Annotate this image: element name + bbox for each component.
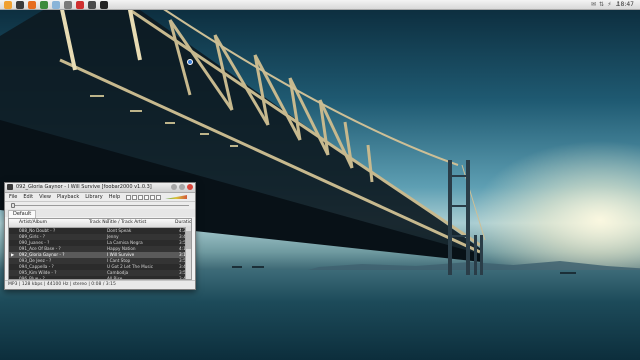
menu-playback[interactable]: Playback xyxy=(57,193,79,201)
status-bar: MP3 | 128 kbps | 44100 Hz | stereo | 0:0… xyxy=(5,280,195,289)
pause-button[interactable] xyxy=(132,194,138,200)
next-button[interactable] xyxy=(150,194,156,200)
menu-view[interactable]: View xyxy=(39,193,51,201)
network-icon[interactable]: ⇅ xyxy=(598,1,605,8)
desktop-wallpaper xyxy=(0,0,640,360)
top-panel: ✉ ⇅ ⚡ ♪ 18:47 xyxy=(0,0,640,10)
foobar-window: 092_Gloria Gaynor - I Will Survive [foob… xyxy=(4,182,196,290)
col-duration[interactable]: Duration xyxy=(175,219,191,227)
foobar-icon xyxy=(7,184,13,190)
image-viewer-icon[interactable] xyxy=(64,1,72,9)
foobar-icon[interactable] xyxy=(100,1,108,9)
random-button[interactable] xyxy=(156,194,162,200)
col-artist[interactable]: Artist/Album xyxy=(19,219,47,227)
playlist-tabs: Default xyxy=(5,209,195,218)
mail-icon[interactable]: ✉ xyxy=(590,1,597,8)
menu-help[interactable]: Help xyxy=(109,193,120,201)
tab-default[interactable]: Default xyxy=(8,210,37,218)
media-player-icon[interactable] xyxy=(76,1,84,9)
menu-edit[interactable]: Edit xyxy=(23,193,33,201)
power-icon[interactable]: ⚡ xyxy=(606,1,613,8)
scroll-thumb[interactable] xyxy=(186,231,191,249)
playlist: Artist/Album Track No Title / Track Arti… xyxy=(8,218,192,280)
playlist-scrollbar[interactable] xyxy=(185,227,191,279)
notification-dot xyxy=(187,59,193,65)
terminal-icon[interactable] xyxy=(16,1,24,9)
menu-library[interactable]: Library xyxy=(85,193,102,201)
seek-bar[interactable] xyxy=(5,202,195,209)
firefox-icon[interactable] xyxy=(28,1,36,9)
playlist-header: Artist/Album Track No Title / Track Arti… xyxy=(9,219,191,228)
col-title[interactable]: Title / Track Artist xyxy=(107,219,146,227)
chrome-icon[interactable] xyxy=(40,1,48,9)
text-editor-icon[interactable] xyxy=(52,1,60,9)
bridge-illustration xyxy=(0,0,576,275)
menubar: File Edit View Playback Library Help xyxy=(5,193,195,202)
maximize-button[interactable] xyxy=(179,184,185,190)
play-button[interactable] xyxy=(138,194,144,200)
clock[interactable]: 18:47 xyxy=(617,0,634,10)
gnome-foot-icon[interactable] xyxy=(4,1,12,9)
menu-file[interactable]: File xyxy=(9,193,17,201)
previous-button[interactable] xyxy=(144,194,150,200)
camera-icon[interactable] xyxy=(88,1,96,9)
seek-track xyxy=(11,205,189,206)
window-title: 092_Gloria Gaynor - I Will Survive [foob… xyxy=(16,184,152,190)
close-button[interactable] xyxy=(187,184,193,190)
volume-slider[interactable] xyxy=(165,195,188,199)
seek-knob[interactable] xyxy=(11,203,15,208)
col-trackno[interactable]: Track No xyxy=(89,219,108,227)
stop-button[interactable] xyxy=(126,194,132,200)
minimize-button[interactable] xyxy=(171,184,177,190)
window-titlebar[interactable]: 092_Gloria Gaynor - I Will Survive [foob… xyxy=(5,183,195,193)
